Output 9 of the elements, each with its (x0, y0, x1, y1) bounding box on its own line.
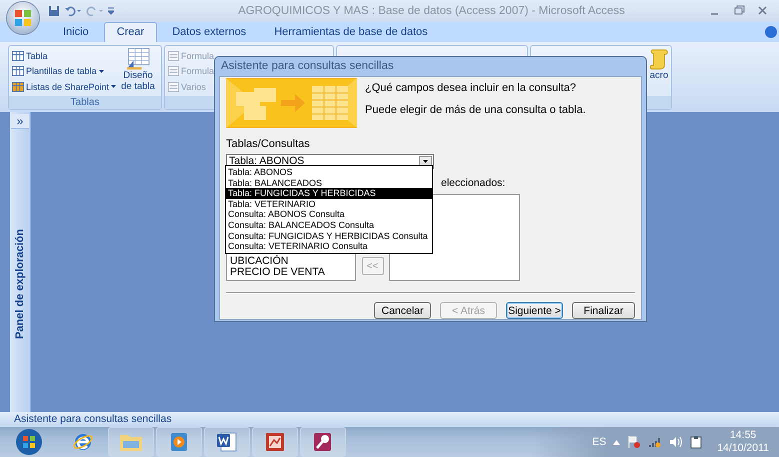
selected-fields-label: eleccionados: (440, 176, 506, 191)
window-title: AGROQUIMICOS Y MAS : Base de datos (Access 2007) - Microsoft Access (237, 5, 626, 17)
combo-label: Tablas/Consultas (226, 138, 311, 150)
pane-title: Panel de exploración (14, 229, 26, 340)
group-label: Tablas (9, 96, 161, 109)
status-bar: Asistente para consultas sencillas (0, 412, 779, 427)
dialog-title: Asistente para consultas sencillas (220, 59, 395, 74)
question-text: ¿Qué campos desea incluir en la consulta? (365, 82, 577, 94)
hint-text: Puede elegir de más de una consulta o tabla. (365, 104, 586, 116)
